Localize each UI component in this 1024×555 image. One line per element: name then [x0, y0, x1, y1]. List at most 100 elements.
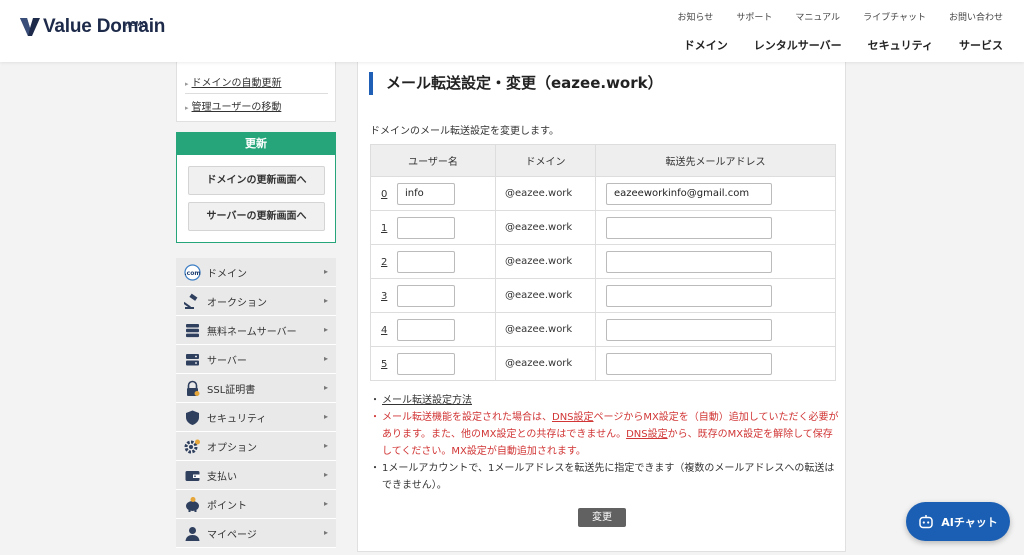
- lock-icon: [184, 380, 201, 397]
- sidebar-item-security[interactable]: セキュリティ ▸: [176, 403, 336, 432]
- sidebar-item-server[interactable]: サーバー ▸: [176, 345, 336, 374]
- server-icon: [184, 351, 201, 368]
- page-title: メール転送設定・変更（eazee.work）: [386, 74, 663, 92]
- domain-cell: @eazee.work: [495, 278, 596, 313]
- dotcom-icon: .com: [184, 263, 201, 281]
- row-index-link[interactable]: 2: [381, 257, 396, 268]
- row-index-link[interactable]: 0: [381, 189, 396, 200]
- sidebar-item-point[interactable]: ポイント ▸: [176, 490, 336, 519]
- nav-domain[interactable]: ドメイン: [684, 37, 728, 53]
- forward-email-input[interactable]: eazeeworkinfo@gmail.com: [606, 182, 772, 205]
- chevron-right-icon: ▸: [323, 412, 328, 421]
- note-mx-warning: メール転送機能を設定された場合は、DNS設定ページからMX設定を（自動）追加して…: [370, 409, 840, 460]
- table-row: 5 @eazee.work: [370, 346, 836, 381]
- sidebar-link-auto-renew[interactable]: ▸ ドメインの自動更新: [185, 74, 328, 94]
- chevron-right-icon: ▸: [323, 383, 328, 392]
- triangle-right-icon: ▸: [185, 104, 189, 112]
- nav-contact[interactable]: お問い合わせ: [949, 10, 1003, 23]
- howto-link[interactable]: メール転送設定方法: [382, 395, 472, 406]
- submit-change-button[interactable]: 変更: [578, 508, 626, 527]
- dns-settings-link[interactable]: DNS設定: [552, 412, 594, 423]
- column-header-forward: 転送先メールアドレス: [595, 144, 836, 177]
- server-renew-button[interactable]: サーバーの更新画面へ: [188, 202, 325, 231]
- mail-forward-panel: メール転送設定・変更（eazee.work） ドメインのメール転送設定を変更しま…: [357, 62, 846, 552]
- gavel-icon: [184, 293, 201, 310]
- domain-cell: @eazee.work: [495, 312, 596, 347]
- nav-support[interactable]: サポート: [736, 10, 772, 23]
- server-stack-icon: [184, 322, 201, 339]
- sidebar-menu: .com ドメイン ▸ オークション ▸ 無料ネームサーバー ▸ サーバー ▸ …: [176, 258, 336, 548]
- chevron-right-icon: ▸: [323, 296, 328, 305]
- column-header-domain: ドメイン: [495, 144, 596, 177]
- row-index-link[interactable]: 3: [381, 291, 396, 302]
- robot-icon: [919, 514, 933, 528]
- sidebar-item-mypage[interactable]: マイページ ▸: [176, 519, 336, 548]
- svg-text:.com: .com: [184, 270, 200, 277]
- ai-chat-button[interactable]: AIチャット: [906, 502, 1010, 541]
- main-nav: ドメイン レンタルサーバー セキュリティ サービス: [684, 37, 1003, 53]
- table-row: 0 info @eazee.work eazeeworkinfo@gmail.co…: [370, 176, 836, 211]
- note-single-address: 1メールアカウントで、1メールアドレスを転送先に指定できます（複数のメールアドレ…: [370, 460, 840, 494]
- table-row: 3 @eazee.work: [370, 278, 836, 313]
- username-input[interactable]: [397, 216, 455, 239]
- chevron-right-icon: ▸: [323, 528, 328, 537]
- title-accent-bar: [369, 72, 373, 95]
- domain-cell: @eazee.work: [495, 176, 596, 211]
- table-row: 1 @eazee.work: [370, 210, 836, 245]
- chevron-right-icon: ▸: [323, 325, 328, 334]
- username-input[interactable]: [397, 352, 455, 375]
- forward-email-input[interactable]: [606, 250, 772, 273]
- nav-manual[interactable]: マニュアル: [795, 10, 840, 23]
- chevron-right-icon: ▸: [323, 354, 328, 363]
- forward-email-input[interactable]: [606, 284, 772, 307]
- wallet-icon: [184, 467, 201, 484]
- value-domain-logo-icon: [20, 18, 40, 36]
- renew-box: 更新 ドメインの更新画面へ サーバーの更新画面へ: [176, 132, 336, 243]
- sidebar-item-domain[interactable]: .com ドメイン ▸: [176, 258, 336, 287]
- nav-security[interactable]: セキュリティ: [868, 37, 933, 53]
- site-header: Value Domain byGMO お知らせ サポート マニュアル ライブチャ…: [0, 0, 1024, 62]
- username-input[interactable]: [397, 318, 455, 341]
- row-index-link[interactable]: 1: [381, 223, 396, 234]
- renew-title: 更新: [177, 133, 335, 155]
- forward-email-input[interactable]: [606, 216, 772, 239]
- forward-email-input[interactable]: [606, 318, 772, 341]
- domain-cell: @eazee.work: [495, 210, 596, 245]
- domain-cell: @eazee.work: [495, 244, 596, 279]
- nav-service[interactable]: サービス: [959, 37, 1003, 53]
- nav-news[interactable]: お知らせ: [677, 10, 713, 23]
- sidebar-item-ssl[interactable]: SSL証明書 ▸: [176, 374, 336, 403]
- notes: メール転送設定方法 メール転送機能を設定された場合は、DNS設定ページからMX設…: [370, 392, 840, 494]
- nav-live-chat[interactable]: ライブチャット: [863, 10, 926, 23]
- table-header-row: ユーザー名 ドメイン 転送先メールアドレス: [370, 144, 836, 177]
- mail-forward-table: ユーザー名 ドメイン 転送先メールアドレス 0 info @eazee.work …: [370, 144, 836, 381]
- sidebar-link-box: ▸ ドメインの自動更新 ▸ 管理ユーザーの移動: [176, 62, 336, 122]
- sidebar-link-move-admin[interactable]: ▸ 管理ユーザーの移動: [185, 98, 328, 117]
- piggy-bank-icon: [184, 496, 201, 513]
- row-index-link[interactable]: 4: [381, 325, 396, 336]
- user-icon: [184, 525, 201, 542]
- triangle-right-icon: ▸: [185, 80, 189, 88]
- table-row: 2 @eazee.work: [370, 244, 836, 279]
- column-header-user: ユーザー名: [370, 144, 496, 177]
- username-input[interactable]: [397, 250, 455, 273]
- sidebar-item-auction[interactable]: オークション ▸: [176, 287, 336, 316]
- domain-cell: @eazee.work: [495, 346, 596, 381]
- username-input[interactable]: info: [397, 182, 455, 205]
- dns-settings-link-2[interactable]: DNS設定: [626, 429, 668, 440]
- domain-renew-button[interactable]: ドメインの更新画面へ: [188, 166, 325, 195]
- gear-icon: [184, 438, 201, 455]
- sidebar-item-free-nameserver[interactable]: 無料ネームサーバー ▸: [176, 316, 336, 345]
- username-input[interactable]: [397, 284, 455, 307]
- page-description: ドメインのメール転送設定を変更します。: [370, 126, 559, 137]
- row-index-link[interactable]: 5: [381, 359, 396, 370]
- nav-rental-server[interactable]: レンタルサーバー: [754, 37, 842, 53]
- sidebar-item-option[interactable]: オプション ▸: [176, 432, 336, 461]
- table-row: 4 @eazee.work: [370, 312, 836, 347]
- forward-email-input[interactable]: [606, 352, 772, 375]
- note-howto: メール転送設定方法: [370, 392, 840, 409]
- chevron-right-icon: ▸: [323, 470, 328, 479]
- chevron-right-icon: ▸: [323, 499, 328, 508]
- top-utility-nav: お知らせ サポート マニュアル ライブチャット お問い合わせ: [677, 10, 1003, 23]
- sidebar-item-payment[interactable]: 支払い ▸: [176, 461, 336, 490]
